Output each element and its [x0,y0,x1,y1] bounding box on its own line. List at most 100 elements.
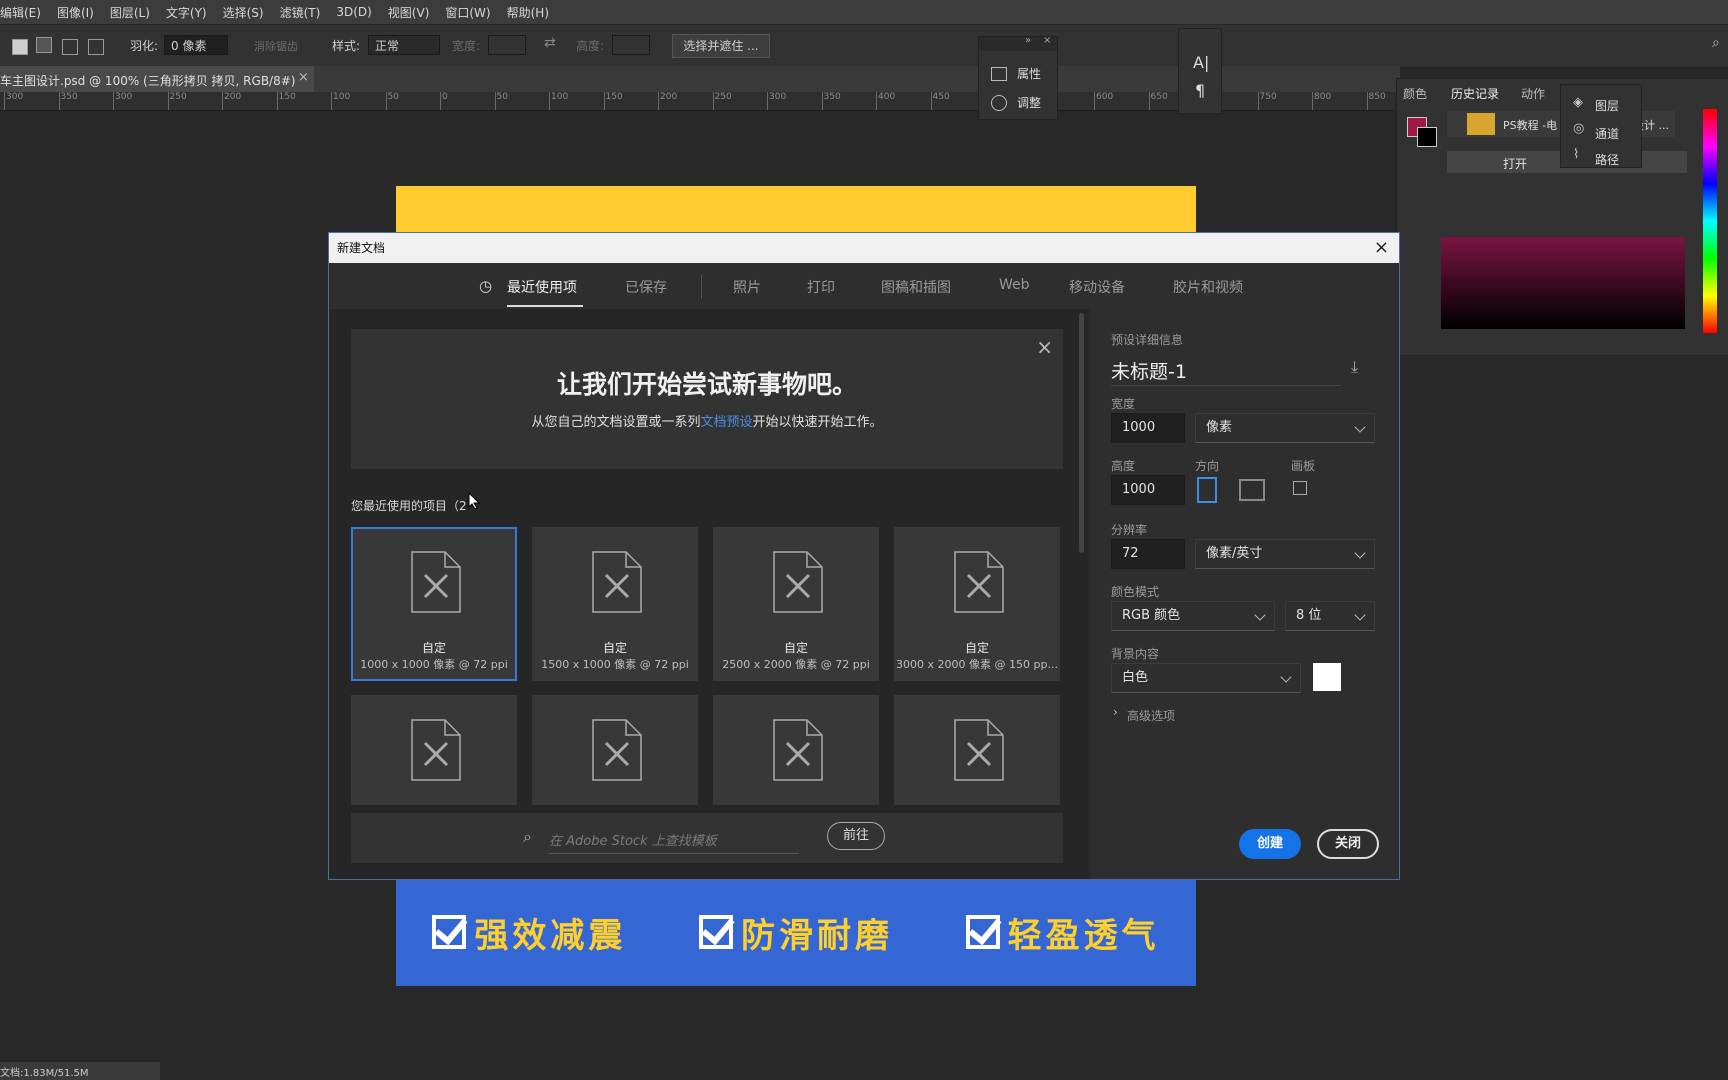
tab-saved[interactable]: 已保存 [625,277,667,297]
ruler-tick-label: 850 [1368,92,1386,102]
tab-history[interactable]: 历史记录 [1451,85,1499,102]
height-input[interactable]: 1000 [1111,475,1185,505]
adjustments-icon [991,95,1007,111]
channels-button[interactable]: 通道 [1595,125,1619,142]
ruler-tick [385,92,387,110]
character-icon[interactable]: A| [1193,53,1209,72]
recent-item[interactable]: 自定 2500 x 2000 像素 @ 72 ppi [713,527,879,681]
stock-search-input[interactable]: 在 Adobe Stock 上查找模板 [549,830,717,849]
close-icon[interactable]: × [298,70,309,85]
background-color-swatch[interactable] [1417,127,1437,147]
resolution-unit-select[interactable]: 像素/英寸 [1195,539,1375,569]
create-button[interactable]: 创建 [1239,829,1301,859]
recent-item[interactable] [894,695,1060,805]
width-input[interactable]: 1000 [1111,413,1185,443]
ruler-tick-label: 350 [823,92,841,102]
menu-3d[interactable]: 3D(D) [328,5,379,19]
portrait-icon[interactable] [1197,477,1217,503]
document-name-input[interactable]: 未标题-1 [1111,357,1187,384]
style-select[interactable]: 正常 [368,35,440,55]
recent-item[interactable]: 自定 1000 x 1000 像素 @ 72 ppi [351,527,517,681]
recent-item[interactable] [351,695,517,805]
style-label: 样式: [332,39,361,53]
ruler-tick [4,92,5,110]
collapse-icon[interactable]: » [1025,35,1031,46]
document-icon [954,719,1004,781]
resolution-input[interactable]: 72 [1111,539,1185,569]
recent-item[interactable] [713,695,879,805]
presets-link[interactable]: 文档预设 [700,415,752,430]
close-icon[interactable]: × [1036,335,1053,359]
panel-header: » × [979,35,1057,51]
background-color-swatch[interactable] [1313,663,1341,691]
recent-item[interactable]: 自定 3000 x 2000 像素 @ 150 pp... [894,527,1060,681]
search-icon[interactable]: ⌕ [1712,35,1720,51]
width-input[interactable] [488,35,526,55]
close-icon[interactable]: × [1043,35,1051,46]
color-picker-field[interactable] [1441,237,1685,329]
tab-film-video[interactable]: 胶片和视频 [1173,277,1243,297]
tab-art-illustration[interactable]: 图稿和插图 [881,277,951,297]
advanced-options-toggle[interactable]: 高级选项 [1127,707,1175,724]
background-select[interactable]: 白色 [1111,663,1301,693]
hue-slider[interactable] [1703,109,1717,333]
document-icon [773,719,823,781]
width-unit-select[interactable]: 像素 [1195,413,1375,443]
tab-photo[interactable]: 照片 [733,277,761,297]
color-mode-select[interactable]: RGB 颜色 [1111,601,1275,631]
go-button[interactable]: 前往 [827,822,885,850]
menu-edit[interactable]: 编辑(E) [0,4,49,21]
intersect-selection-icon[interactable] [88,39,104,55]
ruler-tick [1312,92,1313,110]
menu-type[interactable]: 文字(Y) [158,4,215,21]
close-icon[interactable]: × [1374,233,1389,263]
chevron-down-icon [1354,609,1366,621]
tab-color[interactable]: 颜色 [1403,85,1427,102]
swap-icon[interactable]: ⇄ [544,35,556,51]
preset-details-label: 预设详细信息 [1111,333,1184,347]
properties-button[interactable]: 属性 [1017,65,1041,82]
paragraph-icon[interactable]: ¶ [1195,81,1205,100]
scrollbar[interactable] [1079,313,1084,553]
ruler-tick [876,92,877,110]
document-icon [411,551,461,613]
menu-select[interactable]: 选择(S) [215,4,272,21]
document-tab[interactable]: 车主图设计.psd @ 100% (三角形拷贝 拷贝, RGB/8#) × [0,66,314,92]
antialias-checkbox[interactable]: 消除锯齿 [254,38,298,54]
feather-input[interactable]: 0 像素 [164,35,228,55]
close-button[interactable]: 关闭 [1317,829,1379,859]
recent-item[interactable] [532,695,698,805]
menu-view[interactable]: 视图(V) [380,4,438,21]
height-input[interactable] [612,35,650,55]
feature-text: 轻盈透气 [1007,915,1160,956]
width-label: 宽度: [452,39,481,53]
tab-web[interactable]: Web [999,277,1030,293]
tab-recent[interactable]: 最近使用项 [507,277,577,297]
landscape-icon[interactable] [1239,479,1265,501]
menu-layer[interactable]: 图层(L) [102,4,158,21]
save-preset-icon[interactable]: ⤓ [1351,357,1358,377]
paths-button[interactable]: 路径 [1595,151,1619,168]
subtract-selection-icon[interactable] [62,39,78,55]
layers-button[interactable]: 图层 [1595,97,1619,114]
bit-depth-select[interactable]: 8 位 [1285,601,1375,631]
name-underline [1111,385,1341,386]
ruler-tick-label: 300 [115,92,133,102]
select-and-mask-button[interactable]: 选择并遮住 ... [672,34,770,58]
adjustments-button[interactable]: 调整 [1017,94,1041,111]
options-bar: 羽化: 0 像素 消除锯齿 样式: 正常 宽度: ⇄ 高度: 选择并遮住 ...… [0,24,1728,68]
ruler-tick-label: 100 [551,92,569,102]
menu-filter[interactable]: 滤镜(T) [272,4,329,21]
add-selection-icon[interactable] [36,37,52,53]
menu-window[interactable]: 窗口(W) [437,4,498,21]
new-selection-icon[interactable] [12,39,28,55]
ruler-tick-label: 150 [605,92,623,102]
recent-item[interactable]: 自定 1500 x 1000 像素 @ 72 ppi [532,527,698,681]
menu-help[interactable]: 帮助(H) [499,4,557,21]
artboard-checkbox[interactable] [1293,481,1307,495]
tab-mobile[interactable]: 移动设备 [1069,277,1125,297]
tab-print[interactable]: 打印 [807,277,835,297]
menu-image[interactable]: 图像(I) [49,4,102,21]
ruler-tick-label: 200 [660,92,678,102]
tab-actions[interactable]: 动作 [1521,85,1545,102]
